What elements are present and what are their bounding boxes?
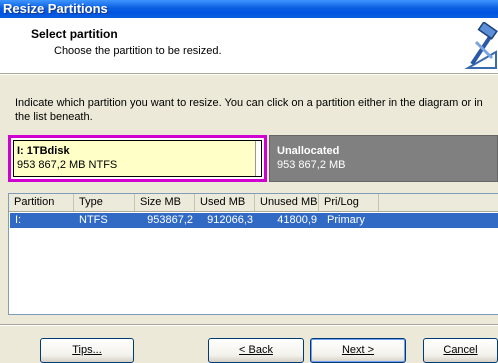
column-header-partition[interactable]: Partition <box>9 194 74 211</box>
column-header-unused[interactable]: Unused MB <box>255 194 319 211</box>
page-subtitle: Choose the partition to be resized. <box>54 45 222 57</box>
back-button[interactable]: < Back <box>208 338 304 363</box>
partition-diagram: I: 1TBdisk 953 867,2 MB NTFS Unallocated… <box>8 135 498 182</box>
column-header-prilog[interactable]: Pri/Log <box>319 194 379 211</box>
partition-list[interactable]: Partition Type Size MB Used MB Unused MB… <box>8 193 498 315</box>
partition-block: I: 1TBdisk 953 867,2 MB NTFS <box>13 140 262 177</box>
cancel-button[interactable]: Cancel <box>423 338 498 363</box>
header-divider <box>0 73 498 75</box>
cell-unused: 41800,9 <box>277 214 317 226</box>
list-header: Partition Type Size MB Used MB Unused MB… <box>9 194 498 212</box>
instructions-text: Indicate which partition you want to res… <box>15 97 483 123</box>
wizard-hammer-icon <box>464 22 498 69</box>
button-divider <box>0 324 498 326</box>
next-button[interactable]: Next > <box>310 338 406 363</box>
diagram-partition-i[interactable]: I: 1TBdisk 953 867,2 MB NTFS <box>8 135 267 182</box>
cell-type: NTFS <box>79 214 108 226</box>
wizard-header: Select partition Choose the partition to… <box>0 18 498 73</box>
cell-prilog: Primary <box>327 214 365 226</box>
table-row[interactable]: I: NTFS 953867,2 912066,3 41800,9 Primar… <box>10 213 498 228</box>
partition-free-space-bar <box>255 141 261 176</box>
cell-used: 912066,3 <box>207 214 253 226</box>
tips-button[interactable]: Tips... <box>40 338 134 363</box>
window-title: Resize Partitions <box>3 1 108 16</box>
cell-size: 953867,2 <box>147 214 193 226</box>
partition-info: 953 867,2 MB NTFS <box>17 159 118 171</box>
cell-partition: I: <box>15 214 22 226</box>
title-bar[interactable]: Resize Partitions <box>0 0 498 18</box>
page-title: Select partition <box>31 27 118 41</box>
column-header-type[interactable]: Type <box>74 194 135 211</box>
unallocated-name: Unallocated <box>277 145 340 157</box>
partition-name: I: 1TBdisk <box>17 145 70 157</box>
diagram-unallocated[interactable]: Unallocated 953 867,2 MB <box>269 135 498 182</box>
unallocated-info: 953 867,2 MB <box>277 159 346 171</box>
column-header-used[interactable]: Used MB <box>195 194 255 211</box>
column-header-size[interactable]: Size MB <box>135 194 195 211</box>
